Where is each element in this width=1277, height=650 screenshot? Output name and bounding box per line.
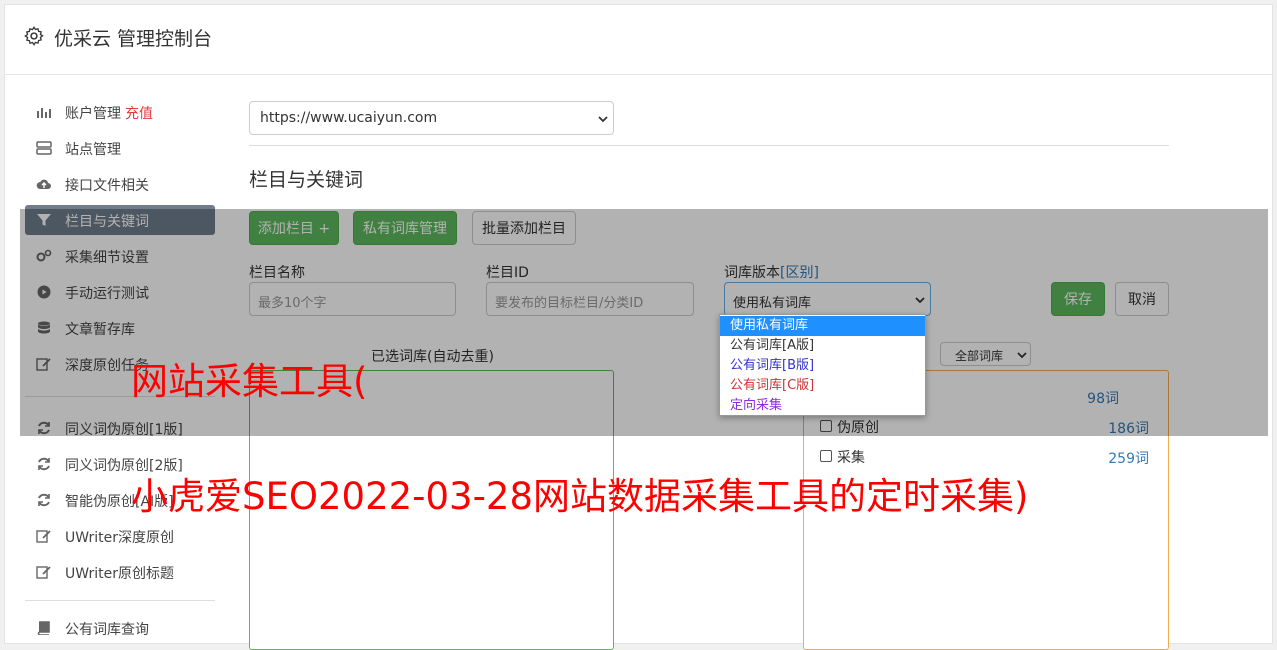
recharge-link[interactable]: 充值 [125,106,153,122]
watermark-line-1: 网站采集工具( [131,360,368,403]
sidebar-item-sites[interactable]: 站点管理 [25,133,215,163]
dropdown-option[interactable]: 公有词库[C版] [720,376,925,396]
lib-name: 采集 [837,450,865,466]
sidebar-item-label: UWriter原创标题 [65,566,174,582]
sidebar-item-label: 公有词库查询 [65,622,149,638]
sidebar-item-uwriter-deep[interactable]: UWriter深度原创 [25,521,215,551]
dropdown-option[interactable]: 公有词库[B版] [720,356,925,376]
sidebar-item-account[interactable]: 账户管理 充值 [25,97,215,127]
edit-icon [36,530,51,543]
sidebar-item-label: 账户管理 [65,106,121,122]
sidebar-item-interface[interactable]: 接口文件相关 [25,169,215,199]
lib-count: 259词 [1108,451,1149,467]
cloud-upload-icon [36,179,51,189]
gear-icon [24,26,44,46]
sidebar-item-public-lib[interactable]: 公有词库查询 [25,613,215,643]
dropdown-option[interactable]: 公有词库[A版] [720,336,925,356]
refresh-icon [38,457,50,471]
site-select-value: https://www.ucaiyun.com [260,110,438,126]
sidebar-item-uwriter-title[interactable]: UWriter原创标题 [25,557,215,587]
refresh-icon [38,493,50,507]
app-frame: 优采云 管理控制台 账户管理 充值 站点管理 接口文件相关 栏目与关键词 采集细节… [4,4,1273,650]
sidebar-divider [25,600,215,601]
edit-icon [36,566,51,579]
site-select[interactable]: https://www.ucaiyun.com [249,101,614,135]
page-title: 优采云 管理控制台 [54,28,213,50]
watermark-line-2: 小虎爱SEO2022-03-28网站数据采集工具的定时采集) [131,475,1029,518]
dropdown-option[interactable]: 使用私有词库 [720,316,925,336]
server-icon [36,141,52,155]
bar-chart-icon [37,108,51,118]
dropdown-option[interactable]: 定向采集 [720,396,925,416]
divider [249,145,1169,146]
lib-version-dropdown[interactable]: 使用私有词库 公有词库[A版] 公有词库[B版] 公有词库[C版] 定向采集 [719,314,926,416]
section-title: 栏目与关键词 [249,169,364,191]
chevron-down-icon [598,116,608,123]
header: 优采云 管理控制台 [5,5,1272,75]
sidebar-item-label: 接口文件相关 [65,178,149,194]
checkbox[interactable] [820,450,832,462]
sidebar-item-label: 站点管理 [65,142,121,158]
sidebar-item-label: UWriter深度原创 [65,530,174,546]
book-icon [37,621,50,635]
